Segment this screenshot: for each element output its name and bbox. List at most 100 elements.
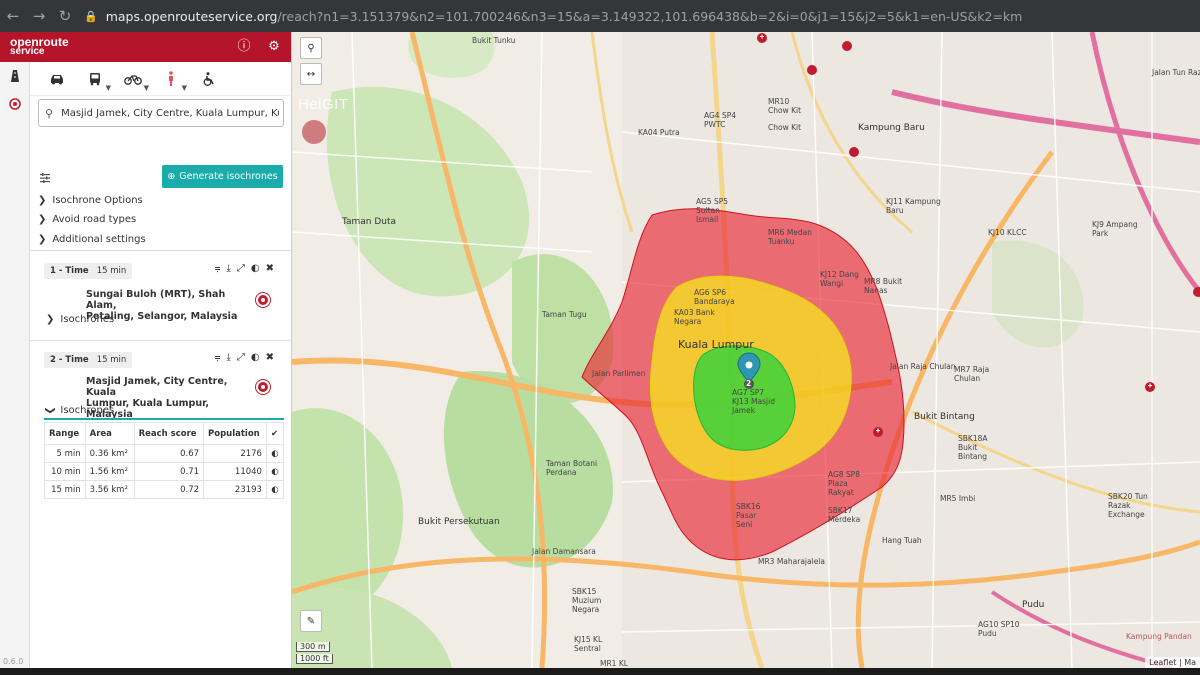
- map-label: KJ15 KL Sentral: [574, 635, 603, 653]
- isochrone-tag-label: 1 - Time: [50, 266, 89, 276]
- map-label: AG6 SP6 Bandaraya: [694, 288, 735, 306]
- profile-selector: ▼ ▼ ▼: [30, 62, 291, 96]
- info-icon[interactable]: ⓘ: [236, 39, 252, 55]
- map-label: MR6 Medan Tuanku: [768, 228, 813, 246]
- back-icon[interactable]: ←: [0, 3, 26, 29]
- share-icon[interactable]: ⩦: [215, 263, 221, 274]
- walking-icon[interactable]: ▼: [152, 64, 190, 94]
- header-range: Range: [44, 422, 86, 445]
- app-logo[interactable]: openroute service: [10, 36, 69, 57]
- cell-area: 3.56 km²: [84, 480, 135, 499]
- chevron-right-icon: ❯: [38, 233, 47, 245]
- header-reach-score: Reach score: [133, 422, 205, 445]
- forward-icon[interactable]: →: [26, 3, 52, 29]
- download-icon[interactable]: ⤓: [226, 263, 230, 274]
- plus-circle-icon: ⊕: [167, 171, 176, 182]
- map-label: KA04 Putra: [638, 128, 680, 137]
- table-row: 15 min 3.56 km² 0.72 23193 ◐: [44, 480, 285, 499]
- map-label: MR8 Bukit Nanas: [864, 277, 903, 295]
- url-host: maps.openrouteservice.org: [105, 8, 278, 24]
- search-icon: ⚲: [45, 106, 54, 120]
- download-icon[interactable]: ⤓: [226, 352, 230, 363]
- cell-population: 23193: [203, 480, 267, 499]
- avoid-road-types-toggle[interactable]: ❯ Avoid road types: [38, 210, 136, 228]
- map-label: KJ11 Kampung Baru: [886, 197, 941, 215]
- measure-button[interactable]: ↔: [300, 63, 322, 85]
- chevron-down-icon: ▼: [105, 83, 111, 92]
- header-population: Population: [203, 422, 267, 445]
- arrows-horizontal-icon: ↔: [306, 68, 316, 80]
- map-label: MR7 Raja Chulan: [954, 365, 990, 383]
- map-label: Kampung Baru: [858, 123, 925, 133]
- isochrones-toggle-label: Isochrones: [60, 313, 115, 325]
- table-row: 5 min 0.36 km² 0.67 2176 ◐: [44, 444, 285, 463]
- expand-icon[interactable]: ⤢: [237, 263, 245, 274]
- location-line1: Sungai Buloh (MRT), Shah Alam,: [86, 289, 226, 311]
- map-label: MR1 KL: [600, 659, 628, 668]
- accent-line: [44, 418, 284, 420]
- avoid-road-types-label: Avoid road types: [52, 213, 137, 225]
- visibility-toggle-icon[interactable]: ◐: [265, 444, 285, 463]
- visibility-toggle-icon[interactable]: ◐: [265, 462, 285, 481]
- wheelchair-icon[interactable]: [190, 64, 228, 94]
- draw-button[interactable]: ✎: [300, 610, 322, 632]
- isochrone-options-toggle[interactable]: ❯ Isochrone Options: [38, 191, 143, 209]
- visibility-toggle-icon[interactable]: ◐: [265, 480, 285, 499]
- bicycle-icon[interactable]: ▼: [114, 64, 152, 94]
- search-field[interactable]: ⚲: [38, 99, 284, 127]
- cell-area: 0.36 km²: [84, 444, 135, 463]
- locate-button[interactable]: ⚲: [300, 37, 322, 59]
- location-marker-icon[interactable]: [256, 293, 270, 307]
- map-attribution[interactable]: Leaflet | Ma: [1145, 657, 1200, 668]
- chevron-down-icon: ▼: [181, 83, 187, 92]
- truck-icon[interactable]: ▼: [76, 64, 114, 94]
- expand-icon[interactable]: ⤢: [237, 352, 245, 363]
- scale-feet: 1000 ft: [296, 654, 333, 664]
- mode-strip: 0.6.0: [0, 62, 30, 668]
- address-bar[interactable]: 🔒 maps.openrouteservice.org /reach?n1=3.…: [84, 9, 1022, 24]
- isochrones-toggle-label: Isochrones: [60, 404, 115, 416]
- cell-range: 15 min: [44, 480, 86, 499]
- cell-score: 0.71: [133, 462, 205, 481]
- map-label: Kuala Lumpur: [678, 338, 754, 351]
- cell-population: 2176: [203, 444, 267, 463]
- close-icon[interactable]: ✖: [266, 263, 274, 274]
- isochrones-toggle[interactable]: ❯ Isochrones: [45, 401, 115, 419]
- pin-icon: ⚲: [307, 42, 315, 54]
- close-icon[interactable]: ✖: [266, 352, 274, 363]
- generate-isochrones-label: Generate isochrones: [179, 171, 278, 182]
- additional-settings-toggle[interactable]: ❯ Additional settings: [38, 230, 146, 248]
- scale-meters: 300 m: [296, 642, 330, 652]
- additional-settings-label: Additional settings: [52, 233, 146, 245]
- location-marker-icon[interactable]: [256, 380, 270, 394]
- directions-icon[interactable]: [0, 62, 30, 90]
- version-label: 0.6.0: [3, 657, 24, 666]
- lock-icon: 🔒: [84, 9, 98, 23]
- toggle-icon[interactable]: ◐: [251, 263, 260, 274]
- isochrones-toggle[interactable]: ❯ Isochrones: [46, 310, 114, 328]
- cell-score: 0.67: [133, 444, 205, 463]
- map-label: Pudu: [1022, 600, 1045, 610]
- toggle-icon[interactable]: ◐: [251, 352, 260, 363]
- isochrones-mode-icon[interactable]: [0, 90, 30, 118]
- generate-isochrones-button[interactable]: ⊕ Generate isochrones: [162, 165, 283, 188]
- reload-icon[interactable]: ↻: [52, 3, 78, 29]
- map-label: SBK17 Merdeka: [828, 506, 861, 524]
- gear-icon[interactable]: ⚙: [266, 39, 282, 55]
- heigit-logo: HeiGIT: [298, 96, 349, 113]
- search-input[interactable]: [61, 107, 280, 119]
- panel-body: ▼ ▼ ▼ ⚲ Masjid Jamek, City Centre, Kuala…: [30, 62, 291, 668]
- map-label: MR10 Chow Kit: [768, 97, 802, 115]
- map-label: Bukit Bintang: [914, 412, 975, 422]
- map-label: Kampung Pandan: [1126, 632, 1192, 641]
- map-view[interactable]: Kuala Lumpur Taman Duta Taman Tugu Taman…: [292, 32, 1200, 668]
- marker-number: 2: [746, 379, 752, 388]
- chevron-right-icon: ❯: [38, 213, 47, 225]
- map-label: SBK20 Tun Razak Exchange: [1108, 492, 1148, 519]
- map-label: Chow Kit: [768, 123, 802, 132]
- isochrone-item: 2 - Time 15 min ⩦ ⤓ ⤢ ◐ ✖ Masjid Jamek, …: [30, 346, 291, 499]
- filter-icon[interactable]: [40, 172, 50, 186]
- map-label: AG5 SP5 Sultan Ismail: [696, 197, 729, 224]
- share-icon[interactable]: ⩦: [215, 352, 221, 363]
- car-icon[interactable]: [38, 64, 76, 94]
